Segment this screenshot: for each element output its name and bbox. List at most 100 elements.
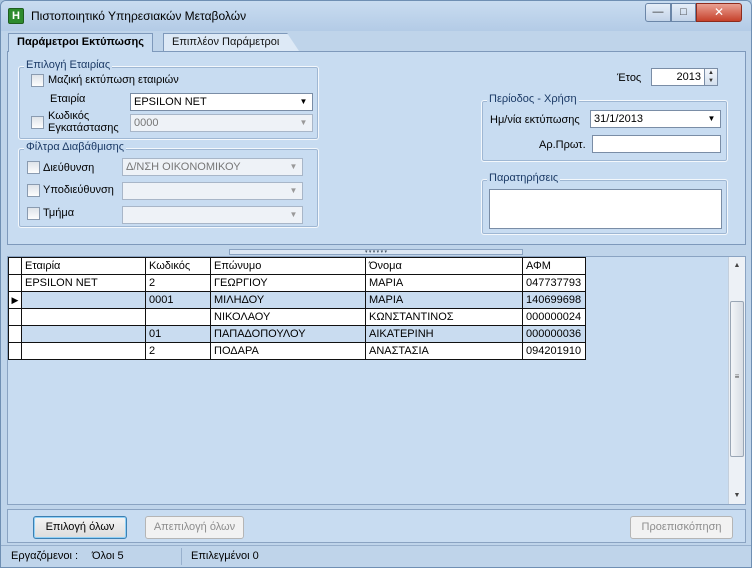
parameters-panel: Επιλογή Εταιρίας Μαζική εκτύπωση εταιριώ… — [7, 51, 746, 245]
department-select[interactable]: ▼ — [122, 206, 303, 224]
spin-up-icon[interactable]: ▲ — [705, 69, 717, 77]
cell-company[interactable] — [21, 291, 146, 309]
current-row-arrow-icon: ▶ — [11, 294, 19, 305]
cell-company[interactable] — [21, 308, 146, 326]
cell-surname[interactable]: ΓΕΩΡΓΙΟΥ — [210, 274, 366, 292]
row-selector[interactable] — [8, 325, 22, 343]
print-date-picker[interactable]: 31/1/2013 ▼ — [590, 110, 721, 128]
cell-name[interactable]: ΑΙΚΑΤΕΡΙΝΗ — [365, 325, 523, 343]
mass-print-label: Μαζική εκτύπωση εταιριών — [48, 74, 179, 86]
status-separator — [181, 548, 182, 565]
vertical-scrollbar[interactable]: ▲ ≡ ▼ — [728, 257, 745, 504]
company-group-title: Επιλογή Εταιρίας — [24, 59, 113, 71]
main-window: H Πιστοποιητικό Υπηρεσιακών Μεταβολών — … — [0, 0, 752, 568]
deselect-all-button[interactable]: Απεπιλογή όλων — [145, 516, 244, 539]
scrollbar-thumb[interactable]: ≡ — [730, 301, 744, 457]
cell-code[interactable]: 2 — [145, 342, 211, 360]
remarks-textarea[interactable] — [489, 189, 722, 229]
column-header-afm[interactable]: ΑΦΜ — [522, 257, 586, 275]
install-code-label-1: Κωδικός — [48, 110, 90, 122]
period-group-title: Περίοδος - Χρήση — [487, 93, 579, 105]
scroll-down-icon[interactable]: ▼ — [729, 487, 745, 504]
period-group: Περίοδος - Χρήση Ημ/νία εκτύπωσης 31/1/2… — [481, 93, 728, 162]
close-button[interactable]: ✕ — [696, 3, 742, 22]
maximize-button[interactable]: □ — [671, 3, 696, 22]
directorate-select[interactable]: Δ/ΝΣΗ ΟΙΚΟΝΟΜΙΚΟΥ ▼ — [122, 158, 303, 176]
column-header-surname[interactable]: Επώνυμο — [210, 257, 366, 275]
cell-name[interactable]: ΜΑΡΙΑ — [365, 291, 523, 309]
hierarchy-group-title: Φίλτρα Διαβάθμισης — [24, 141, 127, 153]
row-selector[interactable] — [8, 274, 22, 292]
cell-afm[interactable]: 094201910 — [522, 342, 586, 360]
year-input[interactable]: 2013 — [651, 68, 705, 86]
department-label: Τμήμα — [43, 207, 75, 219]
cell-code[interactable]: 0001 — [145, 291, 211, 309]
subdirectorate-checkbox[interactable] — [27, 184, 40, 197]
preview-button[interactable]: Προεπισκόπηση — [630, 516, 733, 539]
hierarchy-filters-group: Φίλτρα Διαβάθμισης Διεύθυνση Δ/ΝΣΗ ΟΙΚΟΝ… — [18, 141, 319, 228]
cell-afm[interactable]: 000000036 — [522, 325, 586, 343]
row-selector[interactable]: ▶ — [8, 291, 22, 309]
cell-code[interactable]: 2 — [145, 274, 211, 292]
company-label: Εταιρία — [50, 93, 86, 105]
mass-print-checkbox[interactable] — [31, 74, 44, 87]
tab-extra-parameters[interactable]: Επιπλέον Παράμετροι — [163, 33, 300, 51]
install-code-select[interactable]: 0000 ▼ — [130, 114, 313, 132]
column-header-company[interactable]: Εταιρία — [21, 257, 146, 275]
directorate-value: Δ/ΝΣΗ ΟΙΚΟΝΟΜΙΚΟΥ — [126, 161, 241, 173]
subdirectorate-label: Υποδιεύθυνση — [43, 184, 114, 196]
app-icon: H — [8, 8, 24, 24]
chevron-down-icon: ▼ — [299, 97, 308, 106]
department-checkbox[interactable] — [27, 207, 40, 220]
cell-surname[interactable]: ΝΙΚΟΛΑΟΥ — [210, 308, 366, 326]
column-header-name[interactable]: Όνομα — [365, 257, 523, 275]
employees-table: Εταιρία Κωδικός Επώνυμο Όνομα ΑΦΜ EPSILO… — [8, 257, 586, 360]
minimize-button[interactable]: — — [645, 3, 671, 22]
chevron-down-icon: ▼ — [289, 186, 298, 195]
cell-afm[interactable]: 000000024 — [522, 308, 586, 326]
cell-name[interactable]: ΚΩΝΣΤΑΝΤΙΝΟΣ — [365, 308, 523, 326]
print-date-value: 31/1/2013 — [594, 113, 643, 125]
table-row[interactable]: ▶ 0001 ΜΙΛΗΔΟΥ ΜΑΡΙΑ 140699698 — [8, 291, 586, 309]
table-row[interactable]: 2 ΠΟΔΑΡΑ ΑΝΑΣΤΑΣΙΑ 094201910 — [8, 342, 586, 360]
directorate-checkbox[interactable] — [27, 161, 40, 174]
cell-name[interactable]: ΑΝΑΣΤΑΣΙΑ — [365, 342, 523, 360]
spin-down-icon[interactable]: ▼ — [705, 77, 717, 85]
company-select[interactable]: EPSILON NET ▼ — [130, 93, 313, 111]
select-all-button[interactable]: Επιλογή όλων — [33, 516, 127, 539]
tab-print-parameters[interactable]: Παράμετροι Εκτύπωσης — [8, 33, 153, 52]
table-row[interactable]: ΝΙΚΟΛΑΟΥ ΚΩΝΣΤΑΝΤΙΝΟΣ 000000024 — [8, 308, 586, 326]
row-selector[interactable] — [8, 342, 22, 360]
chevron-down-icon: ▼ — [289, 210, 298, 219]
cell-afm[interactable]: 140699698 — [522, 291, 586, 309]
cell-surname[interactable]: ΜΙΛΗΔΟΥ — [210, 291, 366, 309]
panel-splitter[interactable]: ▾ ▾ ▾ ▾ ▾ ▾ — [229, 249, 523, 255]
cell-surname[interactable]: ΠΟΔΑΡΑ — [210, 342, 366, 360]
scroll-up-icon[interactable]: ▲ — [729, 257, 745, 274]
table-row[interactable]: EPSILON NET 2 ΓΕΩΡΓΙΟΥ ΜΑΡΙΑ 047737793 — [8, 274, 586, 292]
subdirectorate-select[interactable]: ▼ — [122, 182, 303, 200]
cell-company[interactable] — [21, 342, 146, 360]
install-code-checkbox[interactable] — [31, 116, 44, 129]
cell-afm[interactable]: 047737793 — [522, 274, 586, 292]
cell-company[interactable]: EPSILON NET — [21, 274, 146, 292]
chevron-down-icon: ▼ — [707, 114, 716, 123]
column-header-code[interactable]: Κωδικός — [145, 257, 211, 275]
chevron-down-icon: ▼ — [299, 118, 308, 127]
install-code-value: 0000 — [134, 117, 159, 129]
company-select-value: EPSILON NET — [134, 96, 207, 108]
cell-name[interactable]: ΜΑΡΙΑ — [365, 274, 523, 292]
company-group: Επιλογή Εταιρίας Μαζική εκτύπωση εταιριώ… — [18, 59, 319, 140]
row-selector[interactable] — [8, 308, 22, 326]
year-label: Έτος — [617, 72, 642, 84]
title-bar: H Πιστοποιητικό Υπηρεσιακών Μεταβολών — … — [1, 1, 751, 31]
cell-surname[interactable]: ΠΑΠΑΔΟΠΟΥΛΟΥ — [210, 325, 366, 343]
year-spinner[interactable]: ▲ ▼ — [704, 68, 718, 86]
cell-code[interactable] — [145, 308, 211, 326]
remarks-group: Παρατηρήσεις — [481, 172, 728, 235]
protocol-input[interactable] — [592, 135, 721, 153]
table-row[interactable]: 01 ΠΑΠΑΔΟΠΟΥΛΟΥ ΑΙΚΑΤΕΡΙΝΗ 000000036 — [8, 325, 586, 343]
cell-company[interactable] — [21, 325, 146, 343]
cell-code[interactable]: 01 — [145, 325, 211, 343]
button-bar: Επιλογή όλων Απεπιλογή όλων Προεπισκόπησ… — [7, 509, 746, 543]
